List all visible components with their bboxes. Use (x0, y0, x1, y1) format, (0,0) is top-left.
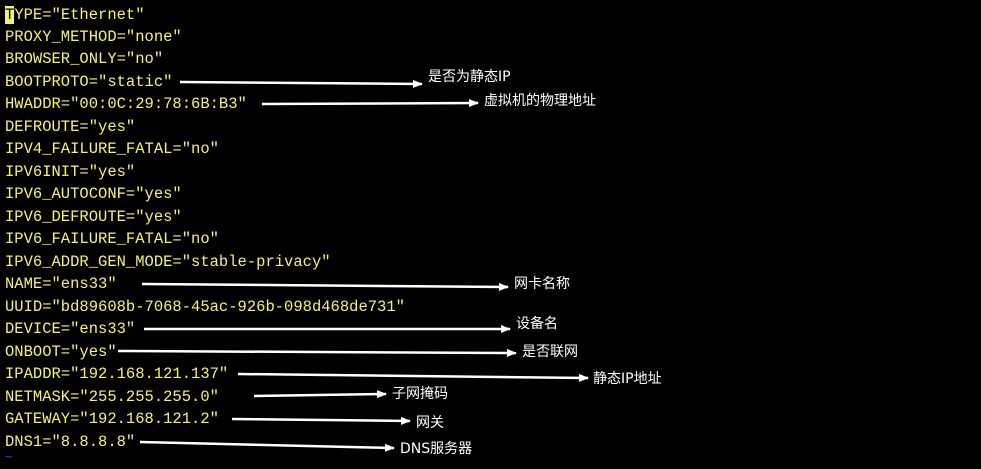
annotation-onboot: 是否联网 (522, 344, 578, 360)
annotation-name: 网卡名称 (514, 276, 570, 292)
config-line-type: TYPE="Ethernet" (5, 6, 145, 24)
config-line-netmask: NETMASK="255.255.255.0" (5, 388, 219, 406)
config-line-ipv6-addr-gen-mode: IPV6_ADDR_GEN_MODE="stable-privacy" (5, 253, 331, 271)
config-line-defroute: DEFROUTE="yes" (5, 118, 136, 136)
config-line-ipv4-failure-fatal: IPV4_FAILURE_FATAL="no" (5, 140, 219, 158)
terminal-screen: TYPE="Ethernet" PROXY_METHOD="none" BROW… (0, 0, 981, 469)
config-line-name: NAME="ens33" (5, 275, 117, 293)
arrow-ipaddr (237, 372, 589, 382)
arrow-name (141, 282, 509, 291)
config-line-uuid: UUID="bd89608b-7068-45ac-926b-098d468de7… (5, 298, 405, 316)
config-line-ipv6init: IPV6INIT="yes" (5, 163, 136, 181)
annotation-gateway: 网关 (416, 415, 444, 431)
empty-line-tilde: ~ (5, 450, 13, 465)
arrow-netmask (253, 390, 387, 399)
config-line-proxy-method: PROXY_METHOD="none" (5, 28, 182, 46)
config-line-ipaddr: IPADDR="192.168.121.137" (5, 365, 229, 383)
arrow-dns1 (139, 440, 395, 452)
config-line-ipv6-defroute: IPV6_DEFROUTE="yes" (5, 208, 182, 226)
text-cursor: T (5, 6, 15, 24)
config-line-gateway: GATEWAY="192.168.121.2" (5, 410, 219, 428)
config-line-bootproto: BOOTPROTO="static" (5, 73, 173, 91)
annotation-bootproto: 是否为静态IP (428, 69, 511, 85)
arrow-bootproto (179, 79, 423, 88)
annotation-dns1: DNS服务器 (400, 441, 473, 457)
config-line-hwaddr: HWADDR="00:0C:29:78:6B:B3" (5, 95, 247, 113)
config-line-browser-only: BROWSER_ONLY="no" (5, 50, 164, 68)
config-line-dns1: DNS1="8.8.8.8" (5, 433, 136, 451)
config-line-device: DEVICE="ens33" (5, 320, 136, 338)
config-line-onboot: ONBOOT="yes" (5, 343, 117, 361)
arrow-gateway (231, 416, 411, 425)
annotation-hwaddr: 虚拟机的物理地址 (484, 93, 596, 109)
config-line-ipv6-autoconf: IPV6_AUTOCONF="yes" (5, 185, 182, 203)
arrow-onboot (117, 348, 517, 357)
config-line-ipv6-failure-fatal: IPV6_FAILURE_FATAL="no" (5, 230, 219, 248)
annotation-netmask: 子网掩码 (392, 386, 448, 402)
arrow-hwaddr (261, 99, 479, 108)
annotation-ipaddr: 静态IP地址 (593, 371, 662, 387)
annotation-device: 设备名 (516, 316, 558, 332)
